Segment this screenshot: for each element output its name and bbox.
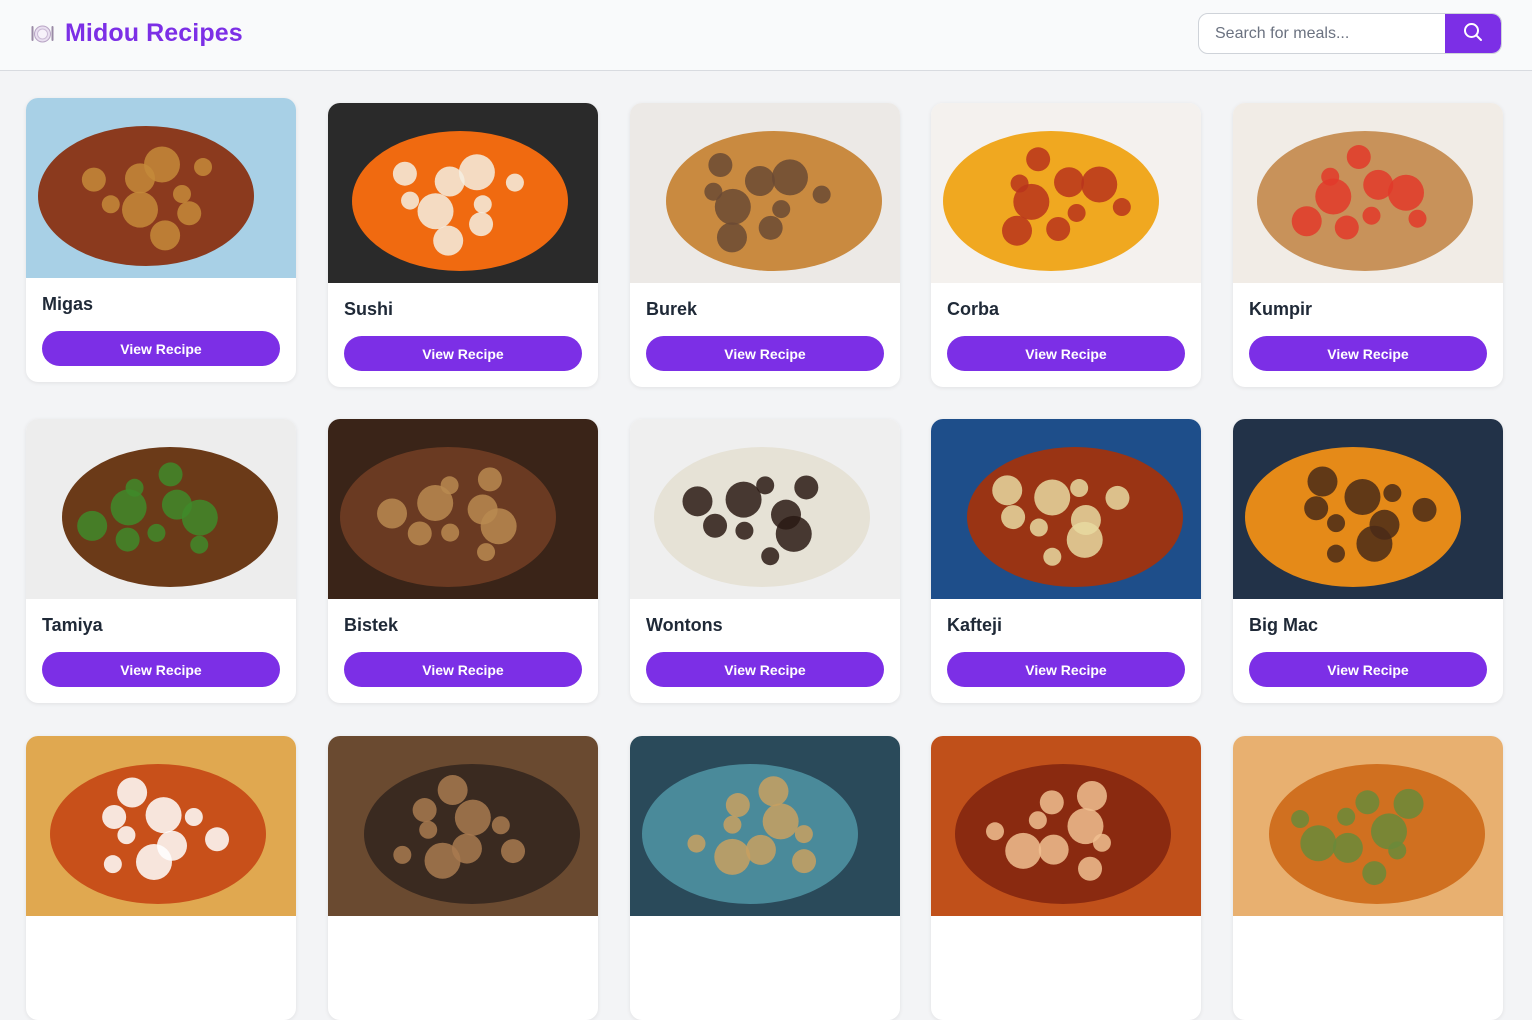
partial-meal-photo-5 [1233,736,1503,916]
migas-bowl-photo [26,98,296,278]
meal-title: Tamiya [42,615,103,635]
meal-title: Wontons [646,615,723,635]
kafteji-plate-photo [931,419,1201,599]
partial-meal-photo-2 [328,736,598,916]
partial-meal-photo-3 [630,736,900,916]
view-recipe-button[interactable]: View Recipe [344,652,582,687]
wontons-dumplings-photo [630,419,900,599]
meal-card: Burek View Recipe [630,103,900,387]
view-recipe-button[interactable]: View Recipe [646,336,884,371]
meal-card: Tamiya View Recipe [26,419,296,703]
sushi-rolls-photo [328,103,598,283]
tamiya-falafel-photo [26,419,296,599]
meal-title: Burek [646,299,698,319]
view-recipe-button[interactable]: View Recipe [1249,652,1487,687]
corba-soup-photo [931,103,1201,283]
view-recipe-button[interactable]: View Recipe [947,336,1185,371]
meal-title: Big Mac [1249,615,1319,635]
view-recipe-button[interactable]: View Recipe [947,652,1185,687]
bistek-beef-onions-photo [328,419,598,599]
meal-grid: Migas View Recipe Sushi View Recipe Burek Vie… [0,0,1532,1020]
view-recipe-button[interactable]: View Recipe [646,652,884,687]
meal-card: Wontons View Recipe [630,419,900,703]
meal-card [1233,736,1503,1020]
view-recipe-button[interactable]: View Recipe [42,652,280,687]
meal-card: Sushi View Recipe [328,103,598,387]
view-recipe-button[interactable]: View Recipe [1249,336,1487,371]
burek-pastry-photo [630,103,900,283]
kumpir-potato-photo [1233,103,1503,283]
view-recipe-button[interactable]: View Recipe [42,331,280,366]
meal-card: Bistek View Recipe [328,419,598,703]
partial-meal-photo-1 [26,736,296,916]
partial-meal-photo-4 [931,736,1201,916]
big-mac-burger-photo [1233,419,1503,599]
meal-title: Migas [42,294,94,314]
meal-card: Corba View Recipe [931,103,1201,387]
meal-card [328,736,598,1020]
meal-title: Corba [947,299,1000,319]
meal-card [931,736,1201,1020]
meal-card [26,736,296,1020]
view-recipe-button[interactable]: View Recipe [344,336,582,371]
meal-card: Kafteji View Recipe [931,419,1201,703]
meal-title: Bistek [344,615,399,635]
meal-card: Migas View Recipe [26,98,296,382]
meal-title: Kafteji [947,615,1003,635]
meal-card: Big Mac View Recipe [1233,419,1503,703]
meal-title: Sushi [344,299,394,319]
meal-title: Kumpir [1249,299,1312,319]
meal-card: Kumpir View Recipe [1233,103,1503,387]
meal-card [630,736,900,1020]
